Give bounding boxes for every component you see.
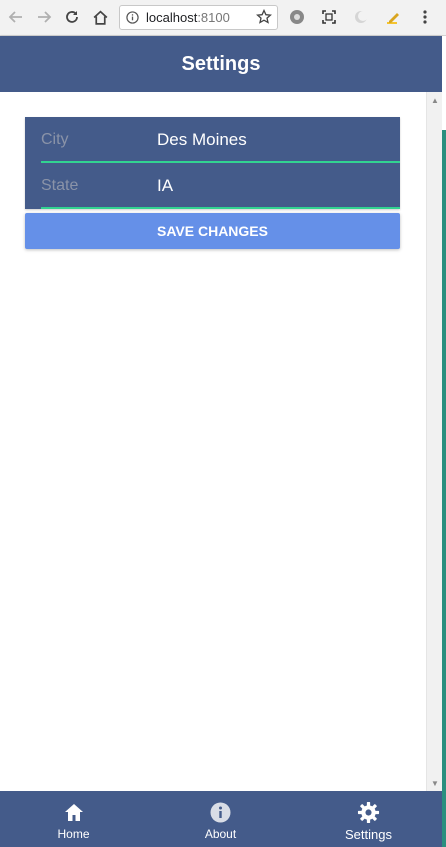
tab-about-label: About bbox=[204, 827, 237, 841]
extension-moon-icon[interactable] bbox=[351, 7, 371, 27]
back-button[interactable] bbox=[6, 7, 26, 27]
tab-home-label: Home bbox=[57, 827, 90, 841]
extension-gear-icon[interactable] bbox=[287, 7, 307, 27]
url-text: localhost:8100 bbox=[146, 10, 230, 25]
reload-button[interactable] bbox=[62, 7, 82, 27]
back-arrow-icon bbox=[8, 11, 22, 23]
gear-icon bbox=[357, 801, 380, 823]
state-input[interactable]: IA bbox=[157, 176, 173, 196]
address-bar[interactable]: localhost:8100 bbox=[119, 5, 278, 30]
info-icon-small bbox=[126, 11, 139, 29]
city-input[interactable]: Des Moines bbox=[157, 130, 247, 150]
scroll-up-arrow-icon[interactable]: ▲ bbox=[431, 96, 439, 105]
forward-arrow-icon bbox=[38, 11, 52, 23]
info-icon bbox=[210, 801, 231, 823]
browser-toolbar: localhost:8100 bbox=[0, 0, 446, 36]
vertical-scrollbar[interactable]: ▲ ▼ bbox=[426, 92, 442, 791]
screenshot-frame-icon[interactable] bbox=[319, 7, 339, 27]
app-header: Settings bbox=[0, 36, 442, 92]
tab-settings-label: Settings bbox=[345, 827, 392, 842]
window-edge bbox=[442, 36, 446, 847]
home-outline-icon bbox=[93, 10, 107, 25]
url-host: localhost bbox=[146, 10, 198, 25]
home-page-button[interactable] bbox=[90, 7, 110, 27]
forward-button[interactable] bbox=[34, 7, 54, 27]
browser-menu-icon[interactable] bbox=[415, 7, 435, 27]
home-icon bbox=[64, 801, 84, 823]
bookmark-star-icon[interactable] bbox=[256, 8, 272, 30]
state-field[interactable]: State IA bbox=[25, 163, 400, 209]
window-edge-upper bbox=[442, 36, 446, 130]
page-title: Settings bbox=[181, 52, 261, 75]
state-underline bbox=[41, 207, 400, 209]
reload-icon bbox=[66, 11, 78, 23]
state-label: State bbox=[41, 177, 79, 194]
city-field[interactable]: City Des Moines bbox=[25, 117, 400, 163]
settings-form: City Des Moines State IA bbox=[25, 117, 400, 209]
save-changes-button[interactable]: SAVE CHANGES bbox=[25, 213, 400, 249]
highlighter-icon[interactable] bbox=[383, 7, 403, 27]
city-label: City bbox=[41, 131, 69, 148]
tab-bar: Home About Settings bbox=[0, 791, 442, 847]
tab-settings[interactable]: Settings bbox=[295, 791, 442, 847]
tab-home[interactable]: Home bbox=[0, 791, 147, 847]
tab-about[interactable]: About bbox=[147, 791, 294, 847]
url-port: :8100 bbox=[197, 10, 230, 25]
scroll-down-arrow-icon[interactable]: ▼ bbox=[431, 779, 439, 788]
